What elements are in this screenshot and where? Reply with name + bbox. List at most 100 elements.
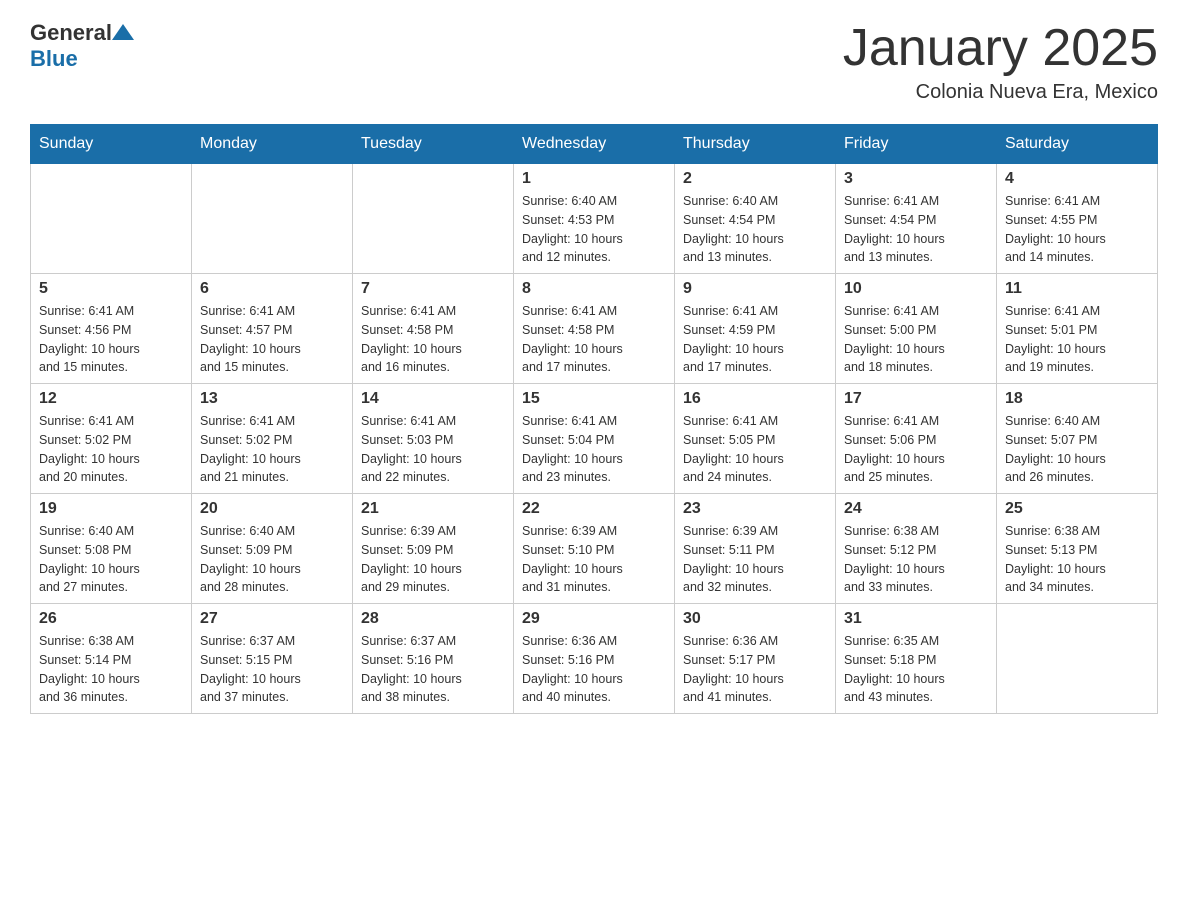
day-info: Sunrise: 6:36 AMSunset: 5:16 PMDaylight:… bbox=[522, 632, 666, 707]
day-info: Sunrise: 6:41 AMSunset: 4:58 PMDaylight:… bbox=[522, 302, 666, 377]
table-row: 26Sunrise: 6:38 AMSunset: 5:14 PMDayligh… bbox=[31, 604, 192, 714]
table-row: 23Sunrise: 6:39 AMSunset: 5:11 PMDayligh… bbox=[675, 494, 836, 604]
table-row: 18 Sunrise: 6:40 AMSunset: 5:07 PMDayligh… bbox=[997, 384, 1158, 494]
day-number: 13 bbox=[200, 390, 344, 408]
day-number: 12 bbox=[39, 390, 183, 408]
day-number: 22 bbox=[522, 500, 666, 518]
table-row: 3 Sunrise: 6:41 AMSunset: 4:54 PMDaylight… bbox=[836, 164, 997, 274]
day-info: Sunrise: 6:41 AMSunset: 4:56 PMDaylight:… bbox=[39, 302, 183, 377]
table-row: 5Sunrise: 6:41 AMSunset: 4:56 PMDaylight… bbox=[31, 274, 192, 384]
logo-blue-text: Blue bbox=[30, 46, 78, 71]
day-number: 31 bbox=[844, 610, 988, 628]
day-number: 29 bbox=[522, 610, 666, 628]
col-header-thursday: Thursday bbox=[675, 125, 836, 164]
day-number: 7 bbox=[361, 280, 505, 298]
table-row: 6 Sunrise: 6:41 AMSunset: 4:57 PMDaylight… bbox=[192, 274, 353, 384]
table-row bbox=[31, 164, 192, 274]
day-info: Sunrise: 6:40 AMSunset: 4:53 PMDaylight:… bbox=[522, 192, 666, 267]
day-number: 28 bbox=[361, 610, 505, 628]
table-row: 20Sunrise: 6:40 AMSunset: 5:09 PMDayligh… bbox=[192, 494, 353, 604]
location-subtitle: Colonia Nueva Era, Mexico bbox=[843, 81, 1158, 104]
calendar-week-1: 1 Sunrise: 6:40 AMSunset: 4:53 PMDaylight… bbox=[31, 164, 1158, 274]
col-header-saturday: Saturday bbox=[997, 125, 1158, 164]
calendar-week-2: 5Sunrise: 6:41 AMSunset: 4:56 PMDaylight… bbox=[31, 274, 1158, 384]
day-info: Sunrise: 6:39 AMSunset: 5:09 PMDaylight:… bbox=[361, 522, 505, 597]
title-area: January 2025 Colonia Nueva Era, Mexico bbox=[843, 20, 1158, 104]
day-number: 21 bbox=[361, 500, 505, 518]
day-number: 24 bbox=[844, 500, 988, 518]
calendar-week-3: 12 Sunrise: 6:41 AMSunset: 5:02 PMDayligh… bbox=[31, 384, 1158, 494]
logo: General Blue bbox=[30, 20, 134, 72]
col-header-tuesday: Tuesday bbox=[353, 125, 514, 164]
day-info: Sunrise: 6:40 AMSunset: 4:54 PMDaylight:… bbox=[683, 192, 827, 267]
day-info: Sunrise: 6:41 AMSunset: 5:01 PMDaylight:… bbox=[1005, 302, 1149, 377]
day-info: Sunrise: 6:39 AMSunset: 5:10 PMDaylight:… bbox=[522, 522, 666, 597]
table-row: 22 Sunrise: 6:39 AMSunset: 5:10 PMDayligh… bbox=[514, 494, 675, 604]
day-number: 27 bbox=[200, 610, 344, 628]
day-info: Sunrise: 6:41 AMSunset: 5:05 PMDaylight:… bbox=[683, 412, 827, 487]
day-info: Sunrise: 6:41 AMSunset: 4:55 PMDaylight:… bbox=[1005, 192, 1149, 267]
col-header-sunday: Sunday bbox=[31, 125, 192, 164]
table-row: 8 Sunrise: 6:41 AMSunset: 4:58 PMDaylight… bbox=[514, 274, 675, 384]
day-info: Sunrise: 6:40 AMSunset: 5:09 PMDaylight:… bbox=[200, 522, 344, 597]
col-header-friday: Friday bbox=[836, 125, 997, 164]
day-number: 16 bbox=[683, 390, 827, 408]
col-header-monday: Monday bbox=[192, 125, 353, 164]
table-row: 24 Sunrise: 6:38 AMSunset: 5:12 PMDayligh… bbox=[836, 494, 997, 604]
day-number: 10 bbox=[844, 280, 988, 298]
day-number: 30 bbox=[683, 610, 827, 628]
day-number: 18 bbox=[1005, 390, 1149, 408]
day-info: Sunrise: 6:41 AMSunset: 4:59 PMDaylight:… bbox=[683, 302, 827, 377]
day-info: Sunrise: 6:35 AMSunset: 5:18 PMDaylight:… bbox=[844, 632, 988, 707]
col-header-wednesday: Wednesday bbox=[514, 125, 675, 164]
day-info: Sunrise: 6:41 AMSunset: 4:57 PMDaylight:… bbox=[200, 302, 344, 377]
day-info: Sunrise: 6:40 AMSunset: 5:07 PMDaylight:… bbox=[1005, 412, 1149, 487]
table-row: 7Sunrise: 6:41 AMSunset: 4:58 PMDaylight… bbox=[353, 274, 514, 384]
table-row: 4 Sunrise: 6:41 AMSunset: 4:55 PMDaylight… bbox=[997, 164, 1158, 274]
table-row: 14Sunrise: 6:41 AMSunset: 5:03 PMDayligh… bbox=[353, 384, 514, 494]
table-row: 10 Sunrise: 6:41 AMSunset: 5:00 PMDayligh… bbox=[836, 274, 997, 384]
table-row: 21 Sunrise: 6:39 AMSunset: 5:09 PMDayligh… bbox=[353, 494, 514, 604]
day-info: Sunrise: 6:38 AMSunset: 5:12 PMDaylight:… bbox=[844, 522, 988, 597]
day-number: 15 bbox=[522, 390, 666, 408]
day-number: 3 bbox=[844, 170, 988, 188]
day-info: Sunrise: 6:41 AMSunset: 4:54 PMDaylight:… bbox=[844, 192, 988, 267]
calendar-week-5: 26Sunrise: 6:38 AMSunset: 5:14 PMDayligh… bbox=[31, 604, 1158, 714]
day-number: 25 bbox=[1005, 500, 1149, 518]
table-row: 9 Sunrise: 6:41 AMSunset: 4:59 PMDaylight… bbox=[675, 274, 836, 384]
day-info: Sunrise: 6:37 AMSunset: 5:15 PMDaylight:… bbox=[200, 632, 344, 707]
table-row: 25 Sunrise: 6:38 AMSunset: 5:13 PMDayligh… bbox=[997, 494, 1158, 604]
day-number: 1 bbox=[522, 170, 666, 188]
day-info: Sunrise: 6:36 AMSunset: 5:17 PMDaylight:… bbox=[683, 632, 827, 707]
calendar-week-4: 19Sunrise: 6:40 AMSunset: 5:08 PMDayligh… bbox=[31, 494, 1158, 604]
table-row: 17Sunrise: 6:41 AMSunset: 5:06 PMDayligh… bbox=[836, 384, 997, 494]
table-row: 13Sunrise: 6:41 AMSunset: 5:02 PMDayligh… bbox=[192, 384, 353, 494]
day-number: 6 bbox=[200, 280, 344, 298]
page-header: General Blue January 2025 Colonia Nueva … bbox=[30, 20, 1158, 104]
table-row: 2 Sunrise: 6:40 AMSunset: 4:54 PMDaylight… bbox=[675, 164, 836, 274]
day-info: Sunrise: 6:38 AMSunset: 5:14 PMDaylight:… bbox=[39, 632, 183, 707]
table-row: 11Sunrise: 6:41 AMSunset: 5:01 PMDayligh… bbox=[997, 274, 1158, 384]
day-number: 2 bbox=[683, 170, 827, 188]
day-info: Sunrise: 6:41 AMSunset: 5:04 PMDaylight:… bbox=[522, 412, 666, 487]
table-row bbox=[192, 164, 353, 274]
table-row: 29 Sunrise: 6:36 AMSunset: 5:16 PMDayligh… bbox=[514, 604, 675, 714]
day-number: 19 bbox=[39, 500, 183, 518]
table-row: 30 Sunrise: 6:36 AMSunset: 5:17 PMDayligh… bbox=[675, 604, 836, 714]
table-row: 12 Sunrise: 6:41 AMSunset: 5:02 PMDayligh… bbox=[31, 384, 192, 494]
day-number: 9 bbox=[683, 280, 827, 298]
day-info: Sunrise: 6:41 AMSunset: 5:00 PMDaylight:… bbox=[844, 302, 988, 377]
table-row: 15 Sunrise: 6:41 AMSunset: 5:04 PMDayligh… bbox=[514, 384, 675, 494]
day-info: Sunrise: 6:41 AMSunset: 5:02 PMDaylight:… bbox=[39, 412, 183, 487]
month-title: January 2025 bbox=[843, 20, 1158, 77]
day-number: 14 bbox=[361, 390, 505, 408]
day-number: 4 bbox=[1005, 170, 1149, 188]
day-info: Sunrise: 6:38 AMSunset: 5:13 PMDaylight:… bbox=[1005, 522, 1149, 597]
calendar-header-row: Sunday Monday Tuesday Wednesday Thursday… bbox=[31, 125, 1158, 164]
table-row: 28Sunrise: 6:37 AMSunset: 5:16 PMDayligh… bbox=[353, 604, 514, 714]
logo-general-text: General bbox=[30, 20, 112, 46]
table-row: 31 Sunrise: 6:35 AMSunset: 5:18 PMDayligh… bbox=[836, 604, 997, 714]
table-row: 1 Sunrise: 6:40 AMSunset: 4:53 PMDaylight… bbox=[514, 164, 675, 274]
day-info: Sunrise: 6:39 AMSunset: 5:11 PMDaylight:… bbox=[683, 522, 827, 597]
day-number: 8 bbox=[522, 280, 666, 298]
